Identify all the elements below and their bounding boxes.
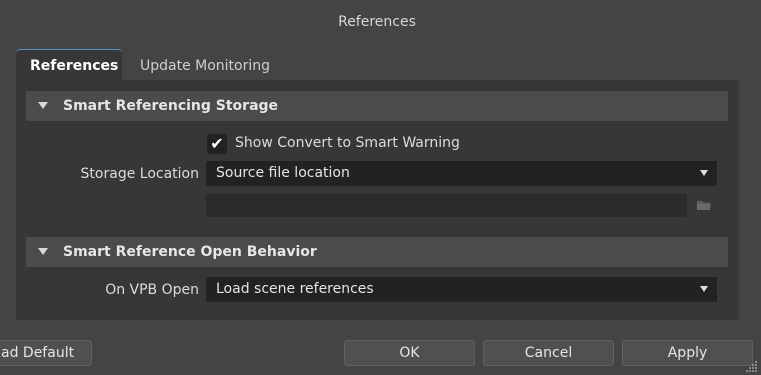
tab-update-monitoring[interactable]: Update Monitoring bbox=[126, 50, 284, 82]
collapse-triangle-icon[interactable] bbox=[38, 248, 48, 255]
on-vpb-open-value: Load scene references bbox=[216, 281, 374, 297]
checkmark-icon: ✔ bbox=[210, 134, 224, 153]
storage-location-label: Storage Location bbox=[80, 166, 199, 182]
tab-references[interactable]: References bbox=[16, 49, 122, 81]
show-convert-warning-checkbox[interactable]: ✔ bbox=[207, 134, 227, 154]
folder-icon[interactable] bbox=[697, 199, 711, 215]
show-convert-warning-label: Show Convert to Smart Warning bbox=[235, 135, 460, 151]
storage-location-dropdown[interactable]: Source file location bbox=[206, 161, 717, 186]
dropdown-arrow-icon bbox=[700, 170, 708, 176]
section-header-smart-referencing-storage[interactable]: Smart Referencing Storage bbox=[26, 91, 728, 121]
apply-button[interactable]: Apply bbox=[622, 340, 753, 366]
collapse-triangle-icon[interactable] bbox=[38, 102, 48, 109]
window-title: References bbox=[338, 14, 416, 30]
storage-location-value: Source file location bbox=[216, 165, 350, 181]
section-title: Smart Referencing Storage bbox=[63, 98, 279, 114]
section-header-smart-reference-open-behavior[interactable]: Smart Reference Open Behavior bbox=[26, 237, 728, 267]
on-vpb-open-dropdown[interactable]: Load scene references bbox=[206, 277, 717, 302]
cancel-button[interactable]: Cancel bbox=[483, 340, 614, 366]
ok-button[interactable]: OK bbox=[344, 340, 475, 366]
storage-path-input[interactable] bbox=[206, 194, 687, 217]
section-title: Smart Reference Open Behavior bbox=[63, 244, 317, 260]
load-default-button[interactable]: ad Default bbox=[0, 340, 92, 366]
resize-grip-icon[interactable] bbox=[746, 360, 758, 375]
on-vpb-open-label: On VPB Open bbox=[105, 282, 199, 298]
dropdown-arrow-icon bbox=[700, 286, 708, 292]
